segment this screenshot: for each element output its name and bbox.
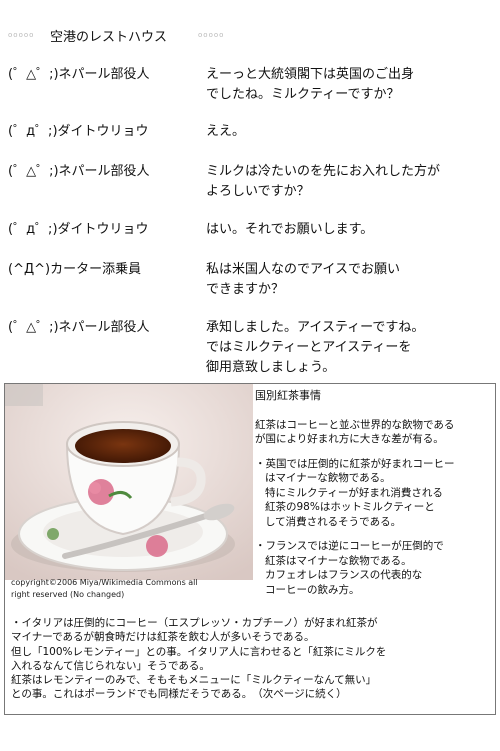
speaker-4: (゜д゜;)ダイトウリョウ — [8, 222, 149, 237]
teacup-photo-icon — [5, 384, 253, 580]
speaker-1: (゜△゜;)ネパール部役人 — [8, 67, 150, 82]
speech-6-line-2: ではミルクティーとアイスティーを — [206, 340, 412, 355]
speech-5-line-2: できますか？ — [206, 282, 285, 297]
tea-info-panel: copyright©2006 Miya/Wikimedia Commons al… — [4, 383, 496, 715]
speech-3-line-1: ミルクは冷たいのを先にお入れした方が — [206, 164, 441, 179]
notes-bottom-italy: ・イタリアは圧倒的にコーヒー（エスプレッソ・カプチーノ）が好まれ紅茶が マイナー… — [11, 617, 387, 701]
speech-1-line-2: でしたね。ミルクティーですか？ — [206, 87, 400, 102]
speaker-5: (^Д^)カーター添乗員 — [8, 262, 142, 277]
teacup-photo — [5, 384, 253, 580]
title-decoration-left: ooooo — [8, 31, 35, 39]
speaker-6: (゜△゜;)ネパール部役人 — [8, 320, 150, 335]
title-decoration-right: ooooo — [198, 31, 225, 39]
speech-5-line-1: 私は米国人なのでアイスでお願い — [206, 262, 400, 277]
speech-6-line-3: 御用意致しましょう。 — [206, 360, 336, 375]
speech-2-line-1: ええ。 — [206, 124, 246, 139]
speech-1-line-1: えーっと大統領閣下は英国のご出身 — [206, 67, 415, 82]
page-title: 空港のレストハウス — [50, 30, 168, 45]
speaker-2: (゜д゜;)ダイトウリョウ — [8, 124, 149, 139]
tea-notes: 国別紅茶事情 紅茶はコーヒーと並ぶ世界的な飲物である が国により好まれ方に大きな… — [255, 389, 493, 607]
notes-bullet-uk: ・英国では圧倒的に紅茶が好まれコーヒー はマイナーな飲物である。 特にミルクティ… — [255, 457, 455, 528]
speaker-3: (゜△゜;)ネパール部役人 — [8, 164, 150, 179]
notes-heading: 国別紅茶事情 — [255, 389, 321, 402]
notes-bullet-france: ・フランスでは逆にコーヒーが圧倒的で 紅茶はマイナーな飲物である。 カフェオレは… — [255, 540, 444, 596]
speech-4-line-1: はい。それでお願いします。 — [206, 222, 374, 237]
speech-6-line-1: 承知しました。アイスティーですね。 — [206, 320, 425, 335]
speech-3-line-2: よろしいですか？ — [206, 184, 310, 199]
notes-intro: 紅茶はコーヒーと並ぶ世界的な飲物である が国により好まれ方に大きな差が有る。 — [255, 418, 455, 446]
photo-credit: copyright©2006 Miya/Wikimedia Commons al… — [11, 578, 198, 599]
